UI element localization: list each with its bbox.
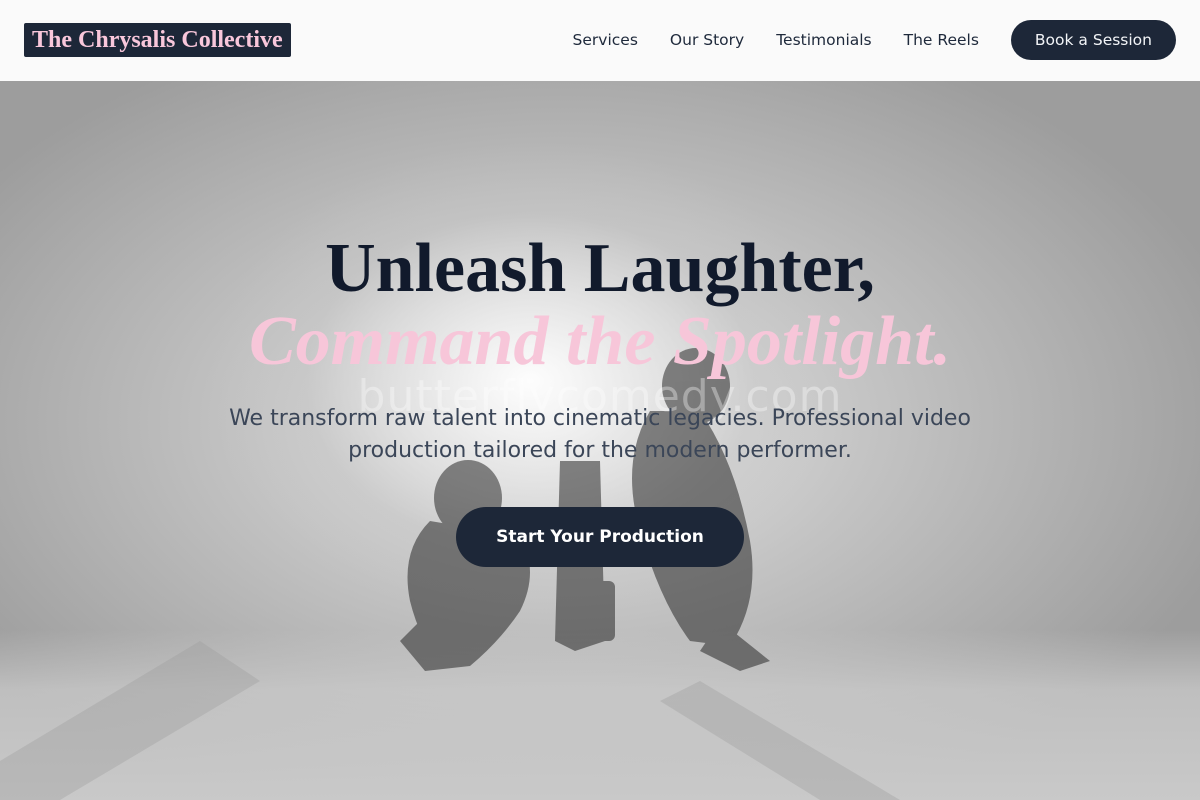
- hero-headline-line2: Command the Spotlight.: [248, 303, 952, 380]
- start-production-button[interactable]: Start Your Production: [456, 507, 744, 567]
- nav-link-services[interactable]: Services: [573, 31, 638, 49]
- hero-content: Unleash Laughter, Command the Spotlight.…: [0, 231, 1200, 567]
- brand-logo[interactable]: The Chrysalis Collective: [24, 23, 291, 57]
- site-header: The Chrysalis Collective Services Our St…: [0, 0, 1200, 81]
- book-session-button[interactable]: Book a Session: [1010, 20, 1176, 60]
- nav-link-our-story[interactable]: Our Story: [670, 31, 744, 49]
- main-nav: Services Our Story Testimonials The Reel…: [573, 20, 1176, 60]
- hero-subtitle: We transform raw talent into cinematic l…: [229, 406, 971, 463]
- hero-headline-line1: Unleash Laughter,: [325, 230, 875, 307]
- nav-link-the-reels[interactable]: The Reels: [904, 31, 979, 49]
- nav-link-testimonials[interactable]: Testimonials: [776, 31, 871, 49]
- hero-section: butterflycomedy.com Unleash Laughter, Co…: [0, 81, 1200, 800]
